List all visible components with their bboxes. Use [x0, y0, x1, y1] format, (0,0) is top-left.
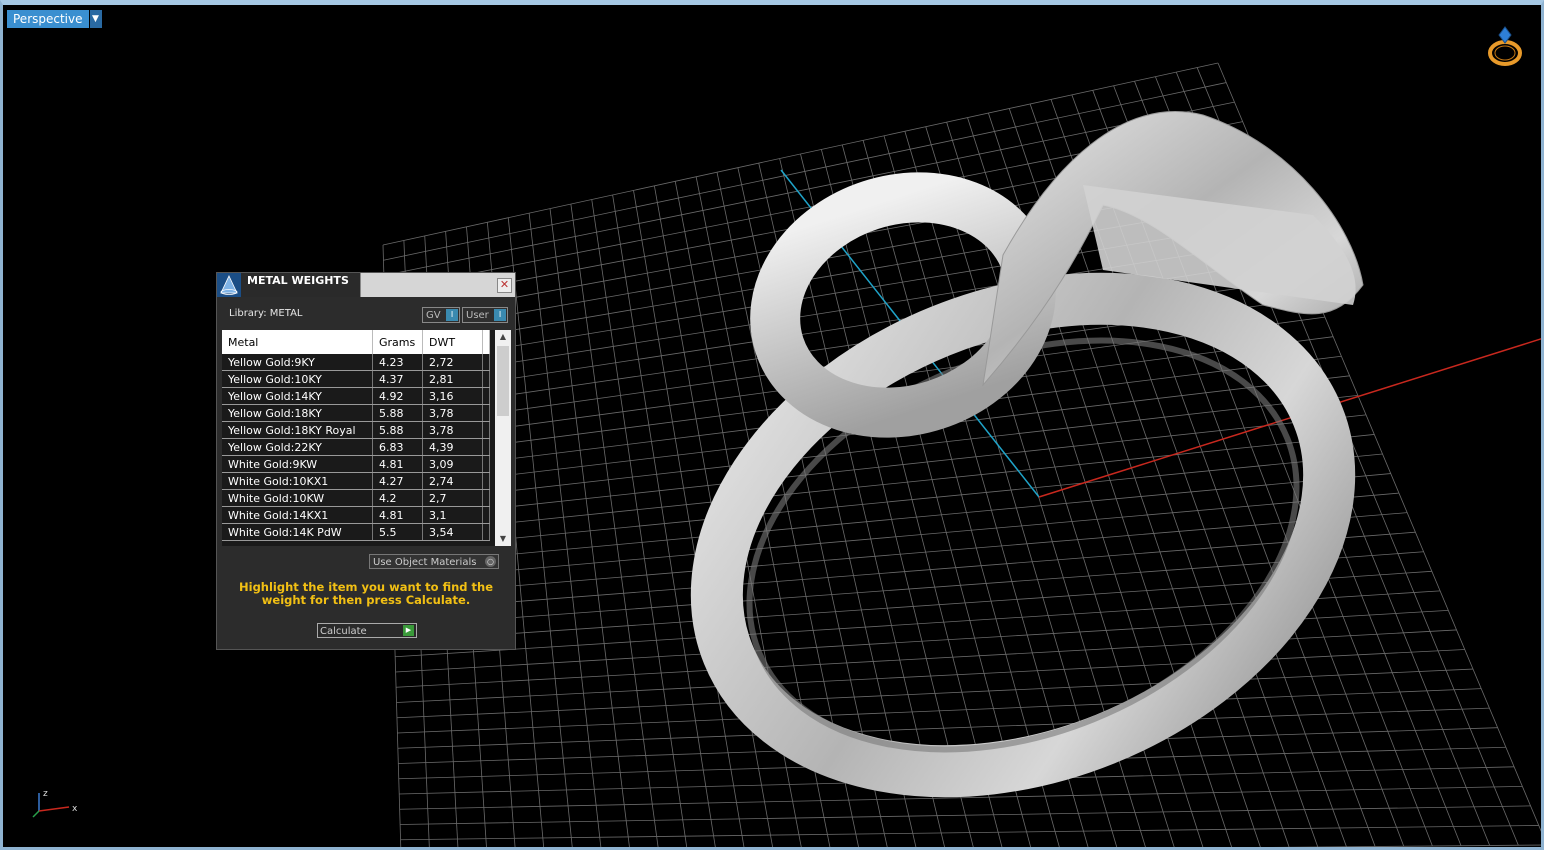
user-library-button[interactable]: User I: [462, 307, 508, 323]
cell-dwt: 3,09: [422, 455, 483, 473]
cell-dwt: 3,78: [422, 421, 483, 439]
metals-table-container[interactable]: Metal Grams DWT Yellow Gold:9KY 4.23 2,72 Y…: [222, 330, 511, 546]
ring-model[interactable]: [646, 111, 1401, 850]
cell-spacer: [482, 438, 490, 456]
cell-metal: Yellow Gold:9KY: [222, 354, 373, 371]
cell-metal: White Gold:10KX1: [222, 472, 373, 490]
calculate-button[interactable]: Calculate ▶: [317, 623, 417, 638]
cell-dwt: 3,1: [422, 506, 483, 524]
chevron-down-icon[interactable]: ▼: [89, 10, 102, 28]
play-arrow-icon: ▶: [403, 625, 414, 636]
cell-grams: 5.5: [372, 523, 423, 541]
view-selector[interactable]: Perspective ▼: [7, 10, 102, 28]
grid-line: [570, 203, 659, 847]
column-header-dwt[interactable]: DWT: [422, 330, 483, 354]
cell-grams: 4.92: [372, 387, 423, 405]
column-header-metal[interactable]: Metal: [222, 330, 373, 354]
cell-spacer: [482, 455, 490, 473]
cell-metal: Yellow Gold:14KY: [222, 387, 373, 405]
axis-x-label: x: [72, 804, 78, 814]
panel-titlebar[interactable]: METAL WEIGHTS ✕: [217, 273, 515, 297]
cell-metal: White Gold:14KX1: [222, 506, 373, 524]
cell-spacer: [482, 404, 490, 422]
cell-grams: 4.27: [372, 472, 423, 490]
table-row[interactable]: White Gold:10KW 4.2 2,7: [222, 489, 490, 507]
cell-grams: 5.88: [372, 421, 423, 439]
grid-line: [591, 199, 688, 847]
cell-metal: Yellow Gold:18KY Royal: [222, 421, 373, 439]
column-header-spacer: [482, 330, 490, 354]
axis-z-label: z: [43, 789, 48, 799]
calculate-label: Calculate: [320, 626, 367, 637]
cell-metal: Yellow Gold:10KY: [222, 370, 373, 388]
cell-dwt: 3,16: [422, 387, 483, 405]
gv-indicator-icon: I: [446, 309, 458, 321]
table-row[interactable]: White Gold:14K PdW 5.5 3,54: [222, 523, 490, 541]
table-row[interactable]: White Gold:9KW 4.81 3,09: [222, 455, 490, 473]
scroll-up-icon[interactable]: ▲: [495, 330, 511, 344]
cell-grams: 4.81: [372, 455, 423, 473]
gv-label: GV: [426, 310, 441, 321]
grid-line: [400, 805, 1531, 825]
close-icon[interactable]: ✕: [497, 278, 512, 293]
cell-grams: 4.2: [372, 489, 423, 507]
metal-weights-panel: METAL WEIGHTS ✕ Library: METAL GV I User…: [216, 272, 516, 650]
use-object-materials-label: Use Object Materials: [373, 557, 477, 568]
cell-metal: White Gold:10KW: [222, 489, 373, 507]
cell-spacer: [482, 387, 490, 405]
user-indicator-icon: I: [494, 309, 506, 321]
axis-gizmo: z x: [32, 789, 78, 818]
ring-app-icon[interactable]: [1485, 23, 1525, 69]
cell-grams: 5.88: [372, 404, 423, 422]
cell-metal: White Gold:14K PdW: [222, 523, 373, 541]
cell-dwt: 2,74: [422, 472, 483, 490]
cell-spacer: [482, 354, 490, 371]
cell-metal: Yellow Gold:22KY: [222, 438, 373, 456]
table-row[interactable]: Yellow Gold:18KY 5.88 3,78: [222, 404, 490, 422]
table-row[interactable]: Yellow Gold:22KY 6.83 4,39: [222, 438, 490, 456]
column-header-grams[interactable]: Grams: [372, 330, 423, 354]
table-row[interactable]: Yellow Gold:18KY Royal 5.88 3,78: [222, 421, 490, 439]
cell-spacer: [482, 523, 490, 541]
cell-dwt: 2,72: [422, 354, 483, 371]
scroll-thumb[interactable]: [497, 346, 509, 416]
grid-line: [612, 194, 716, 847]
app-logo-icon: [217, 273, 241, 297]
cell-spacer: [482, 506, 490, 524]
table-row[interactable]: White Gold:14KX1 4.81 3,1: [222, 506, 490, 524]
view-name-label[interactable]: Perspective: [7, 10, 89, 28]
instruction-text: Highlight the item you want to find the …: [239, 580, 493, 607]
cell-grams: 4.81: [372, 506, 423, 524]
table-scrollbar[interactable]: ▲ ▼: [495, 330, 511, 546]
cell-spacer: [482, 370, 490, 388]
library-label: Library: METAL: [229, 308, 303, 319]
table-row[interactable]: Yellow Gold:9KY 4.23 2,72: [222, 354, 490, 371]
table-row[interactable]: Yellow Gold:10KY 4.37 2,81: [222, 370, 490, 388]
toggle-indicator-icon: ○: [485, 556, 496, 567]
gv-library-button[interactable]: GV I: [422, 307, 460, 323]
table-row[interactable]: White Gold:10KX1 4.27 2,74: [222, 472, 490, 490]
cell-dwt: 4,39: [422, 438, 483, 456]
use-object-materials-toggle[interactable]: Use Object Materials ○: [369, 554, 499, 569]
cell-grams: 6.83: [372, 438, 423, 456]
cell-grams: 4.37: [372, 370, 423, 388]
cell-dwt: 2,81: [422, 370, 483, 388]
cell-dwt: 3,78: [422, 404, 483, 422]
metals-table: Metal Grams DWT Yellow Gold:9KY 4.23 2,72 Y…: [222, 330, 490, 541]
cell-spacer: [482, 472, 490, 490]
table-row[interactable]: Yellow Gold:14KY 4.92 3,16: [222, 387, 490, 405]
cell-spacer: [482, 489, 490, 507]
cell-grams: 4.23: [372, 354, 423, 371]
table-header-row: Metal Grams DWT: [222, 330, 490, 354]
scroll-down-icon[interactable]: ▼: [495, 532, 511, 546]
grid-line: [400, 825, 1539, 841]
cell-dwt: 2,7: [422, 489, 483, 507]
panel-title: METAL WEIGHTS: [241, 273, 361, 297]
cell-spacer: [482, 421, 490, 439]
user-label: User: [466, 310, 489, 321]
cell-metal: Yellow Gold:18KY: [222, 404, 373, 422]
cell-dwt: 3,54: [422, 523, 483, 541]
cell-metal: White Gold:9KW: [222, 455, 373, 473]
